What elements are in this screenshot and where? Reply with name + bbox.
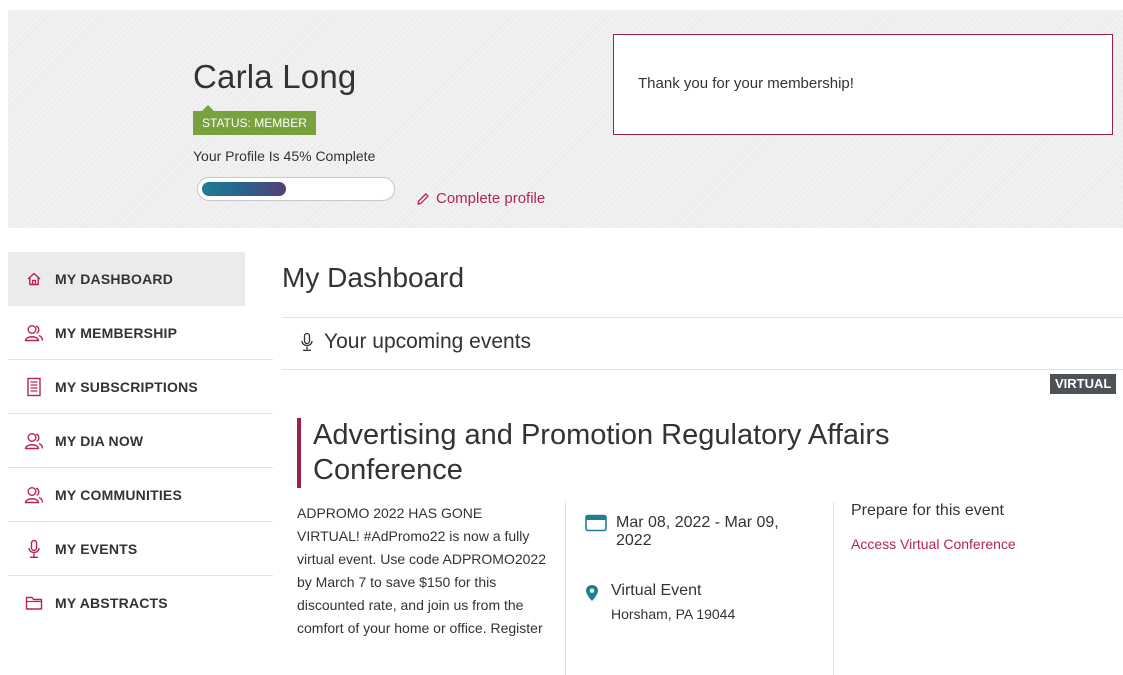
event-description: ADPROMO 2022 HAS GONE VIRTUAL! #AdPromo2…: [297, 505, 547, 636]
sidebar-item-label: MY COMMUNITIES: [55, 486, 182, 503]
microphone-icon: [23, 539, 45, 559]
sidebar-item-my-communities[interactable]: MY COMMUNITIES: [8, 468, 273, 522]
thank-you-message: Thank you for your membership!: [638, 75, 854, 92]
divider: [282, 369, 1123, 370]
divider: [282, 317, 1123, 318]
sidebar-item-my-abstracts[interactable]: MY ABSTRACTS: [8, 576, 273, 630]
folder-icon: [23, 593, 45, 613]
calendar-icon: [585, 514, 607, 532]
column-divider: [833, 502, 834, 675]
sidebar-item-label: MY ABSTRACTS: [55, 595, 168, 611]
profile-header: Carla Long STATUS: MEMBER Your Profile I…: [8, 10, 1123, 228]
microphone-icon: [301, 332, 313, 351]
user-name: Carla Long: [193, 58, 357, 95]
status-badge: STATUS: MEMBER: [193, 105, 316, 135]
users-icon: [23, 323, 45, 343]
page-title: My Dashboard: [282, 262, 465, 293]
sidebar-nav: MY DASHBOARD MY MEMBERSHIP MY SUBSCRIPTI…: [8, 252, 273, 630]
event-location-address: Horsham, PA 19044: [611, 606, 736, 622]
sidebar-item-my-dashboard[interactable]: MY DASHBOARD: [8, 252, 245, 306]
profile-completion-text: Your Profile Is 45% Complete: [193, 148, 376, 164]
sidebar-item-label: MY EVENTS: [55, 540, 138, 557]
access-virtual-conference-link[interactable]: Access Virtual Conference: [851, 536, 1016, 552]
membership-thank-you-box: Thank you for your membership!: [613, 34, 1113, 135]
virtual-badge: VIRTUAL: [1050, 374, 1117, 394]
complete-profile-link[interactable]: Complete profile: [416, 190, 545, 207]
event-date-text: Mar 08, 2022 - Mar 09, 2022: [616, 514, 779, 549]
sidebar-item-my-membership[interactable]: MY MEMBERSHIP: [8, 306, 273, 360]
prepare-heading: Prepare for this event: [851, 502, 1004, 519]
document-icon: [23, 377, 45, 397]
profile-progress-fill: [202, 182, 287, 196]
home-icon: [23, 269, 45, 289]
sidebar-item-my-dia-now[interactable]: MY DIA NOW: [8, 414, 273, 468]
column-divider: [565, 502, 566, 675]
sidebar-item-my-subscriptions[interactable]: MY SUBSCRIPTIONS: [8, 360, 273, 414]
users-icon: [23, 431, 45, 451]
pencil-icon: [417, 192, 429, 205]
upcoming-events-header: Your upcoming events: [300, 330, 531, 354]
users-icon: [23, 485, 45, 505]
profile-progress-bar: [197, 177, 395, 201]
complete-profile-label: Complete profile: [436, 190, 546, 207]
upcoming-events-title: Your upcoming events: [324, 330, 532, 353]
event-location-title: Virtual Event: [611, 582, 702, 599]
event-title[interactable]: Advertising and Promotion Regulatory Aff…: [297, 418, 1017, 488]
sidebar-item-label: MY SUBSCRIPTIONS: [55, 378, 198, 395]
event-date: Mar 08, 2022 - Mar 09, 2022: [585, 514, 796, 550]
sidebar-item-label: MY DIA NOW: [55, 432, 144, 449]
event-location: Virtual Event Horsham, PA 19044: [585, 582, 735, 622]
sidebar-item-label: MY DASHBOARD: [55, 271, 174, 287]
map-pin-icon: [586, 585, 598, 601]
sidebar-item-label: MY MEMBERSHIP: [55, 324, 178, 341]
sidebar-item-my-events[interactable]: MY EVENTS: [8, 522, 273, 576]
